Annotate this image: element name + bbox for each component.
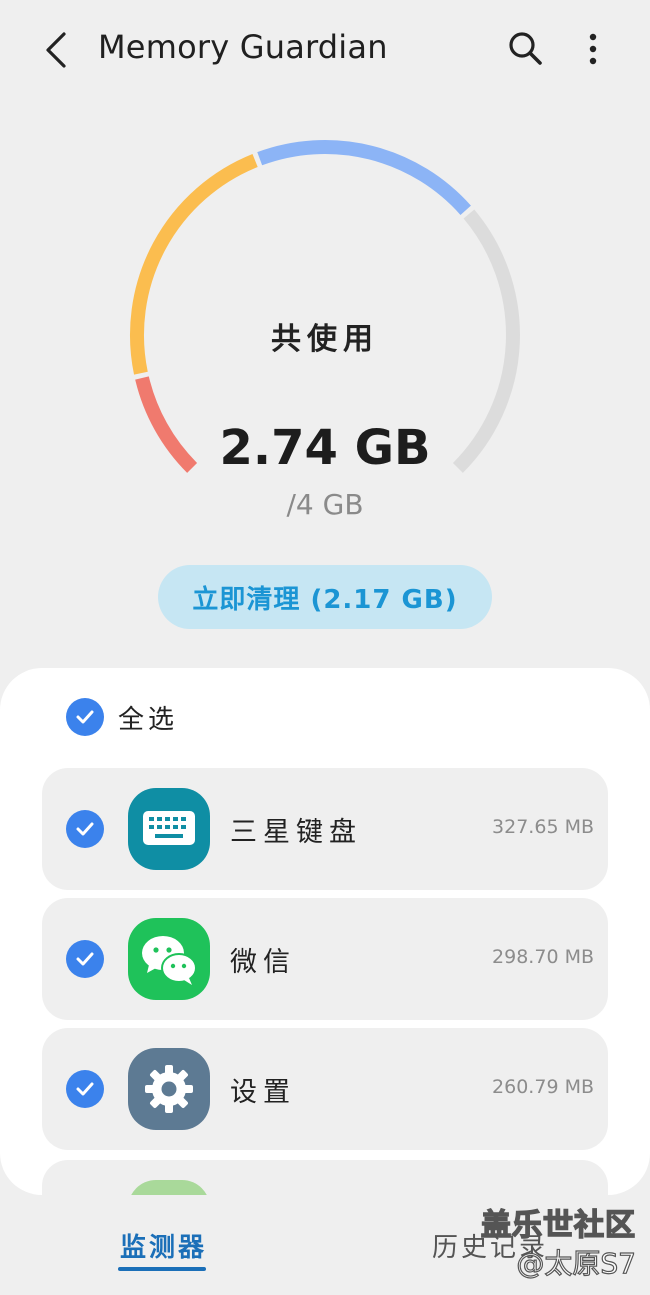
- watermark-author: @太原S7: [516, 1246, 637, 1280]
- app-memory-size: 327.65 MB: [492, 816, 594, 838]
- check-icon[interactable]: [66, 698, 104, 736]
- app-icon: [128, 1180, 210, 1195]
- check-icon[interactable]: [66, 810, 104, 848]
- select-all-label: 全选: [118, 704, 179, 735]
- app-row[interactable]: [42, 1160, 608, 1195]
- app-memory-size: 260.79 MB: [492, 1076, 594, 1098]
- app-name: 设置: [230, 1077, 296, 1108]
- watermark-community: 盖乐世社区: [480, 1207, 636, 1244]
- tab-monitor[interactable]: 监测器: [120, 1227, 207, 1264]
- app-name: 三星键盘: [230, 817, 362, 848]
- app-row[interactable]: 微信 298.70 MB: [42, 898, 608, 1020]
- tab-active-indicator: [118, 1267, 206, 1271]
- memory-ring: [130, 139, 520, 473]
- memory-gauge: 共使用 2.74 GB /4 GB: [0, 0, 650, 560]
- ring-segment-system: [257, 139, 471, 215]
- used-value: 2.74 GB: [219, 420, 431, 476]
- app-row[interactable]: 设置 260.79 MB: [42, 1028, 608, 1150]
- total-value: /4 GB: [286, 488, 364, 521]
- check-icon[interactable]: [66, 1070, 104, 1108]
- app-memory-size: 298.70 MB: [492, 946, 594, 968]
- used-label: 共使用: [271, 322, 379, 357]
- settings-gear-icon: [128, 1048, 210, 1130]
- clean-now-button[interactable]: 立即清理 (2.17 GB): [158, 565, 492, 629]
- app-name: 微信: [230, 947, 296, 978]
- select-all[interactable]: 全选: [66, 698, 178, 736]
- app-row[interactable]: 三星键盘 327.65 MB: [42, 768, 608, 890]
- app-list-panel: 全选 三星键盘 327.65 MB 微信 298.70 MB 设置 260.79…: [0, 668, 650, 1195]
- keyboard-icon: [128, 788, 210, 870]
- check-icon[interactable]: [66, 940, 104, 978]
- wechat-icon: [128, 918, 210, 1000]
